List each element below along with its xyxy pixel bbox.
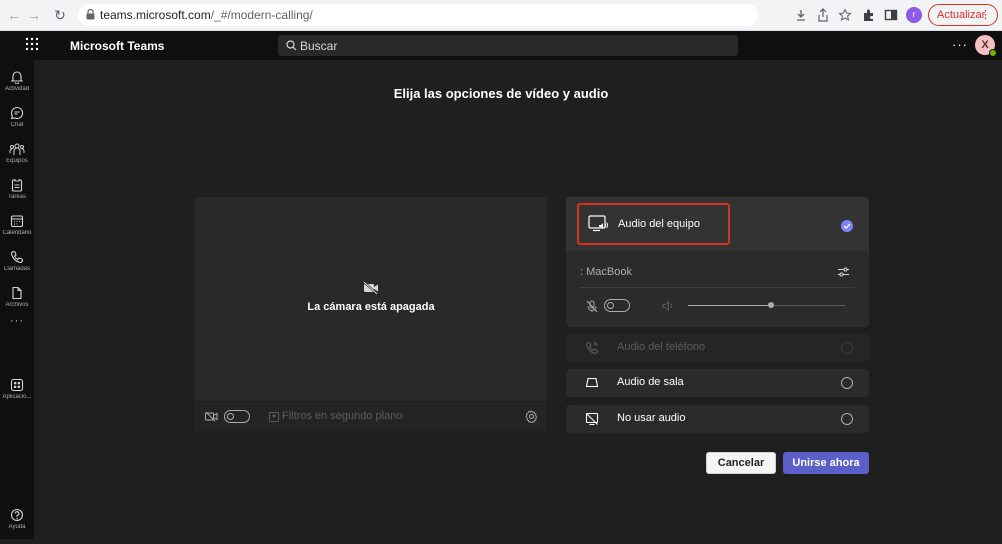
sidebar-item-calls[interactable]: Llamadas (0, 250, 34, 286)
volume-slider-thumb[interactable] (768, 302, 775, 308)
pc-audio-option[interactable]: Audio del equipo (566, 197, 869, 251)
camera-off-label: La cámara está apagada (307, 301, 435, 313)
teams-icon (9, 143, 25, 155)
camera-toggle[interactable] (224, 410, 250, 423)
join-now-button[interactable]: Unirse ahora (783, 452, 869, 474)
page-title: Elija las opciones de vídeo y audio (393, 86, 609, 101)
no-audio-icon (585, 412, 599, 426)
more-options-icon[interactable]: ··· (952, 37, 968, 52)
speaker-icon (662, 300, 672, 312)
update-button[interactable]: Actualizar ⋮ (928, 4, 998, 26)
search-input[interactable]: Buscar (278, 35, 738, 56)
phone-audio-icon (585, 341, 599, 355)
sidebar-item-label: Archivos (5, 302, 29, 308)
cancel-button[interactable]: Cancelar (706, 452, 776, 474)
sidebar-item-label: Llamadas (3, 266, 30, 272)
profile-avatar[interactable]: r (906, 7, 922, 23)
sidebar-item-tasks[interactable]: Tareas (0, 178, 34, 214)
extensions-icon[interactable] (862, 8, 876, 22)
background-filter-icon (269, 412, 279, 422)
sidebar-item-chat[interactable]: Chat (0, 106, 34, 142)
back-arrow-icon[interactable]: ← (6, 7, 22, 23)
forward-arrow-icon[interactable]: → (26, 7, 42, 23)
phone-audio-option: Audio del teléfono (566, 334, 869, 362)
help-icon (10, 508, 24, 522)
menu-dots-icon: ⋮ (980, 9, 991, 21)
teams-header: Microsoft Teams Buscar ··· X (0, 31, 1002, 60)
sidebar-item-apps[interactable]: Aplicacio... (0, 378, 34, 414)
search-icon (286, 40, 297, 51)
selected-check-icon (841, 220, 853, 232)
toggle-knob (607, 302, 614, 309)
sidebar-item-calendar[interactable]: Calendario (0, 214, 34, 250)
sidebar-item-teams[interactable]: Equipos (0, 142, 34, 178)
search-placeholder: Buscar (300, 39, 338, 53)
audio-device-name: : MacBook (580, 266, 632, 278)
tasks-icon (11, 179, 23, 192)
presence-badge (989, 49, 997, 57)
file-icon (12, 286, 22, 300)
apps-icon (10, 378, 24, 392)
background-filters-button[interactable]: Filtros en segundo plano (282, 410, 402, 422)
phone-audio-radio (841, 342, 853, 354)
calendar-icon (10, 215, 24, 228)
divider (580, 287, 855, 288)
volume-slider-fill (688, 305, 772, 306)
sliders-icon[interactable] (837, 266, 850, 278)
camera-off-icon (205, 411, 218, 422)
sidebar-item-label: Chat (10, 122, 24, 128)
address-bar[interactable]: teams.microsoft.com/_#/modern-calling/ (78, 4, 758, 26)
volume-slider[interactable] (688, 302, 845, 308)
share-icon[interactable] (816, 8, 830, 22)
room-audio-option[interactable]: Audio de sala (566, 369, 869, 397)
url-text: teams.microsoft.com/_#/modern-calling/ (100, 8, 313, 22)
camera-off-icon (363, 281, 378, 295)
browser-toolbar: ← → ↻ teams.microsoft.com/_#/modern-call… (0, 0, 1002, 31)
sidebar-item-label: Aplicacio... (2, 394, 32, 400)
app-launcher-icon[interactable] (25, 37, 39, 51)
chat-icon (10, 106, 24, 120)
more-apps-icon[interactable]: ··· (0, 315, 34, 327)
video-preview: La cámara está apagada Filtros en segund… (195, 197, 547, 431)
room-audio-icon (585, 377, 599, 388)
phone-icon (10, 250, 24, 264)
mic-off-icon (586, 300, 598, 313)
lock-icon (86, 9, 95, 20)
room-audio-label: Audio de sala (617, 376, 684, 388)
sidebar-item-label: Ayuda (8, 524, 26, 530)
side-panel-icon[interactable] (884, 8, 898, 22)
video-controls: Filtros en segundo plano (195, 401, 547, 431)
toggle-knob (227, 413, 234, 420)
app-title: Microsoft Teams (70, 39, 165, 53)
annotation-highlight (577, 203, 730, 245)
reload-icon[interactable]: ↻ (52, 7, 68, 23)
mic-toggle[interactable] (604, 299, 630, 312)
no-audio-radio[interactable] (841, 413, 853, 425)
sidebar-item-label: Tareas (7, 194, 26, 200)
device-settings-icon[interactable] (525, 410, 538, 423)
sidebar-item-label: Equipos (6, 158, 28, 164)
room-audio-radio[interactable] (841, 377, 853, 389)
bell-icon (10, 71, 24, 84)
no-audio-option[interactable]: No usar audio (566, 405, 869, 433)
download-icon[interactable] (794, 8, 808, 22)
sidebar-item-label: Calendario (2, 230, 32, 236)
pc-audio-card: Audio del equipo : MacBook (566, 197, 869, 327)
app-sidebar: Actividad Chat Equipos Tareas Calendario… (0, 60, 34, 539)
no-audio-label: No usar audio (617, 412, 686, 424)
phone-audio-label: Audio del teléfono (617, 341, 706, 353)
bookmark-star-icon[interactable] (838, 8, 852, 22)
